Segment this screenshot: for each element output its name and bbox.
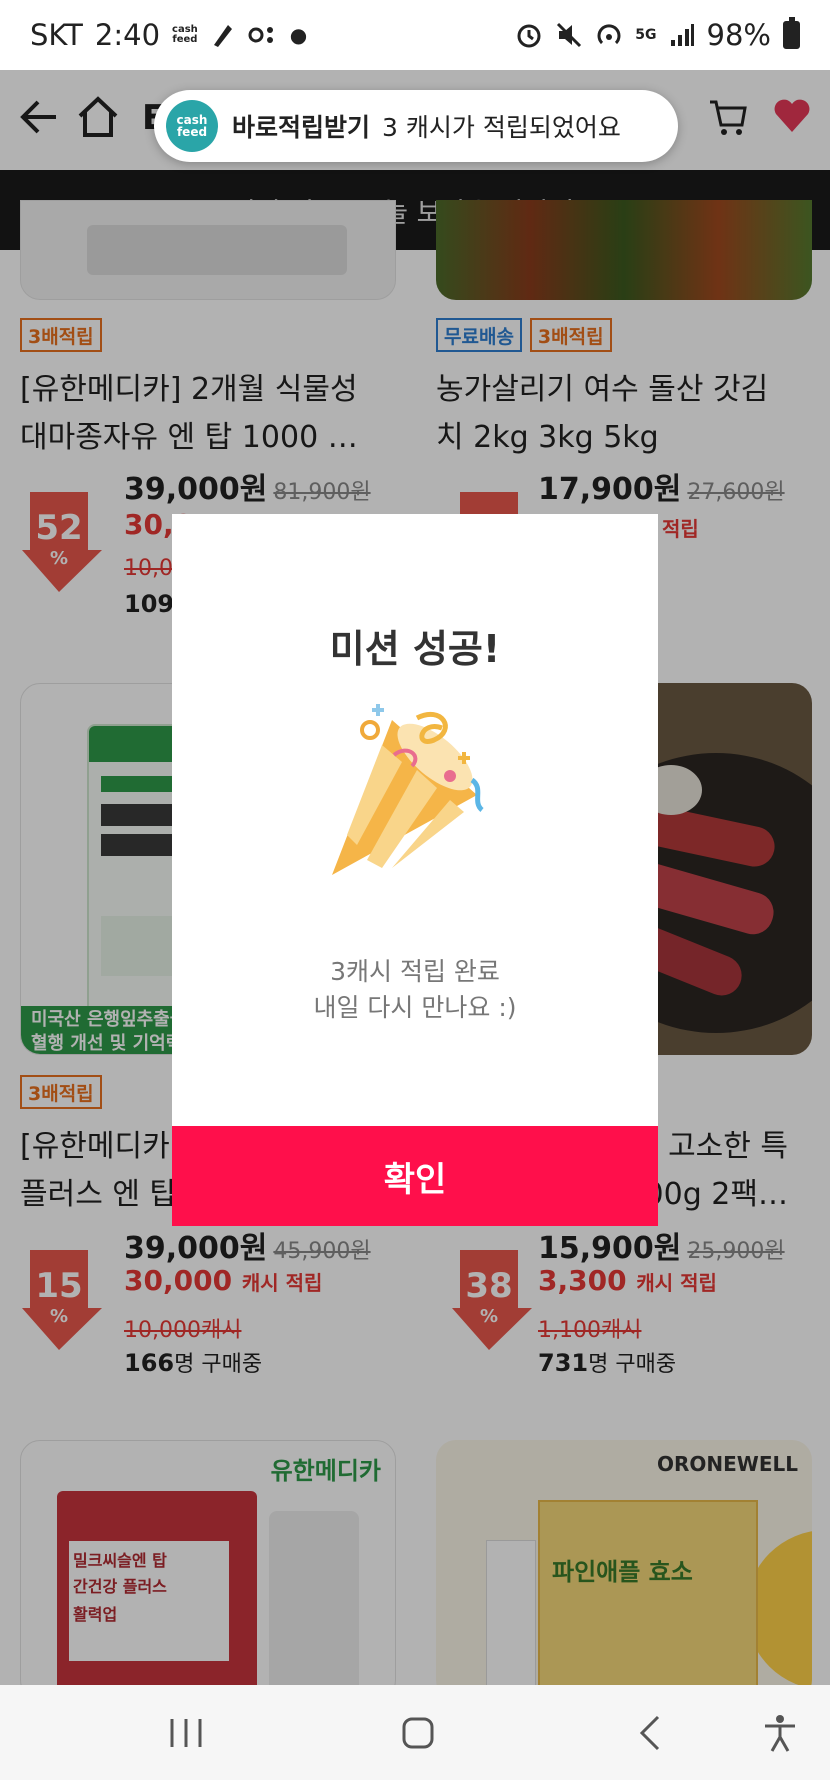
app-root: SKT 2:40 cash feed ● 5G 98% E 미션 성공! 오늘 보… [0, 0, 830, 1780]
confirm-button[interactable]: 확인 [172, 1126, 658, 1226]
battery-percent: 98% [706, 18, 771, 52]
back-button-icon[interactable] [630, 1713, 670, 1753]
party-popper-icon [332, 704, 484, 875]
system-navigation-bar [0, 1685, 830, 1780]
dialog-message-line2: 내일 다시 만나요 :) [313, 993, 517, 1022]
signal-icon [670, 24, 694, 46]
mute-icon [557, 22, 582, 48]
battery-icon [783, 17, 800, 49]
reward-toast: cash feed 바로적립받기 3 캐시가 적립되었어요 [154, 90, 678, 162]
mission-success-dialog: 미션 성공! 3캐시 적립 완료 내일 다시 만나요 :) 확인 [172, 514, 658, 1226]
more-notifications-dot: ● [289, 23, 308, 47]
pen-notification-icon [213, 25, 232, 47]
hotspot-icon [597, 24, 621, 45]
home-button-icon[interactable] [398, 1713, 438, 1753]
cashfeed-notification-icon: cash feed [172, 24, 198, 45]
dialog-message-line1: 3캐시 적립 완료 [330, 957, 500, 986]
carrier-label: SKT [30, 18, 83, 52]
alarm-icon [517, 24, 541, 48]
toast-message: 3 캐시가 적립되었어요 [382, 113, 621, 142]
status-bar: SKT 2:40 cash feed ● 5G 98% [0, 0, 830, 70]
recent-apps-icon[interactable] [166, 1713, 206, 1753]
toast-title: 바로적립받기 [232, 113, 371, 142]
cashfeed-logo-icon: cash feed [166, 100, 218, 152]
accessibility-icon[interactable] [760, 1713, 800, 1753]
dots-notification-icon [248, 27, 273, 43]
dialog-title: 미션 성공! [329, 627, 501, 671]
network-type: 5G [635, 27, 657, 43]
clock: 2:40 [94, 18, 161, 52]
